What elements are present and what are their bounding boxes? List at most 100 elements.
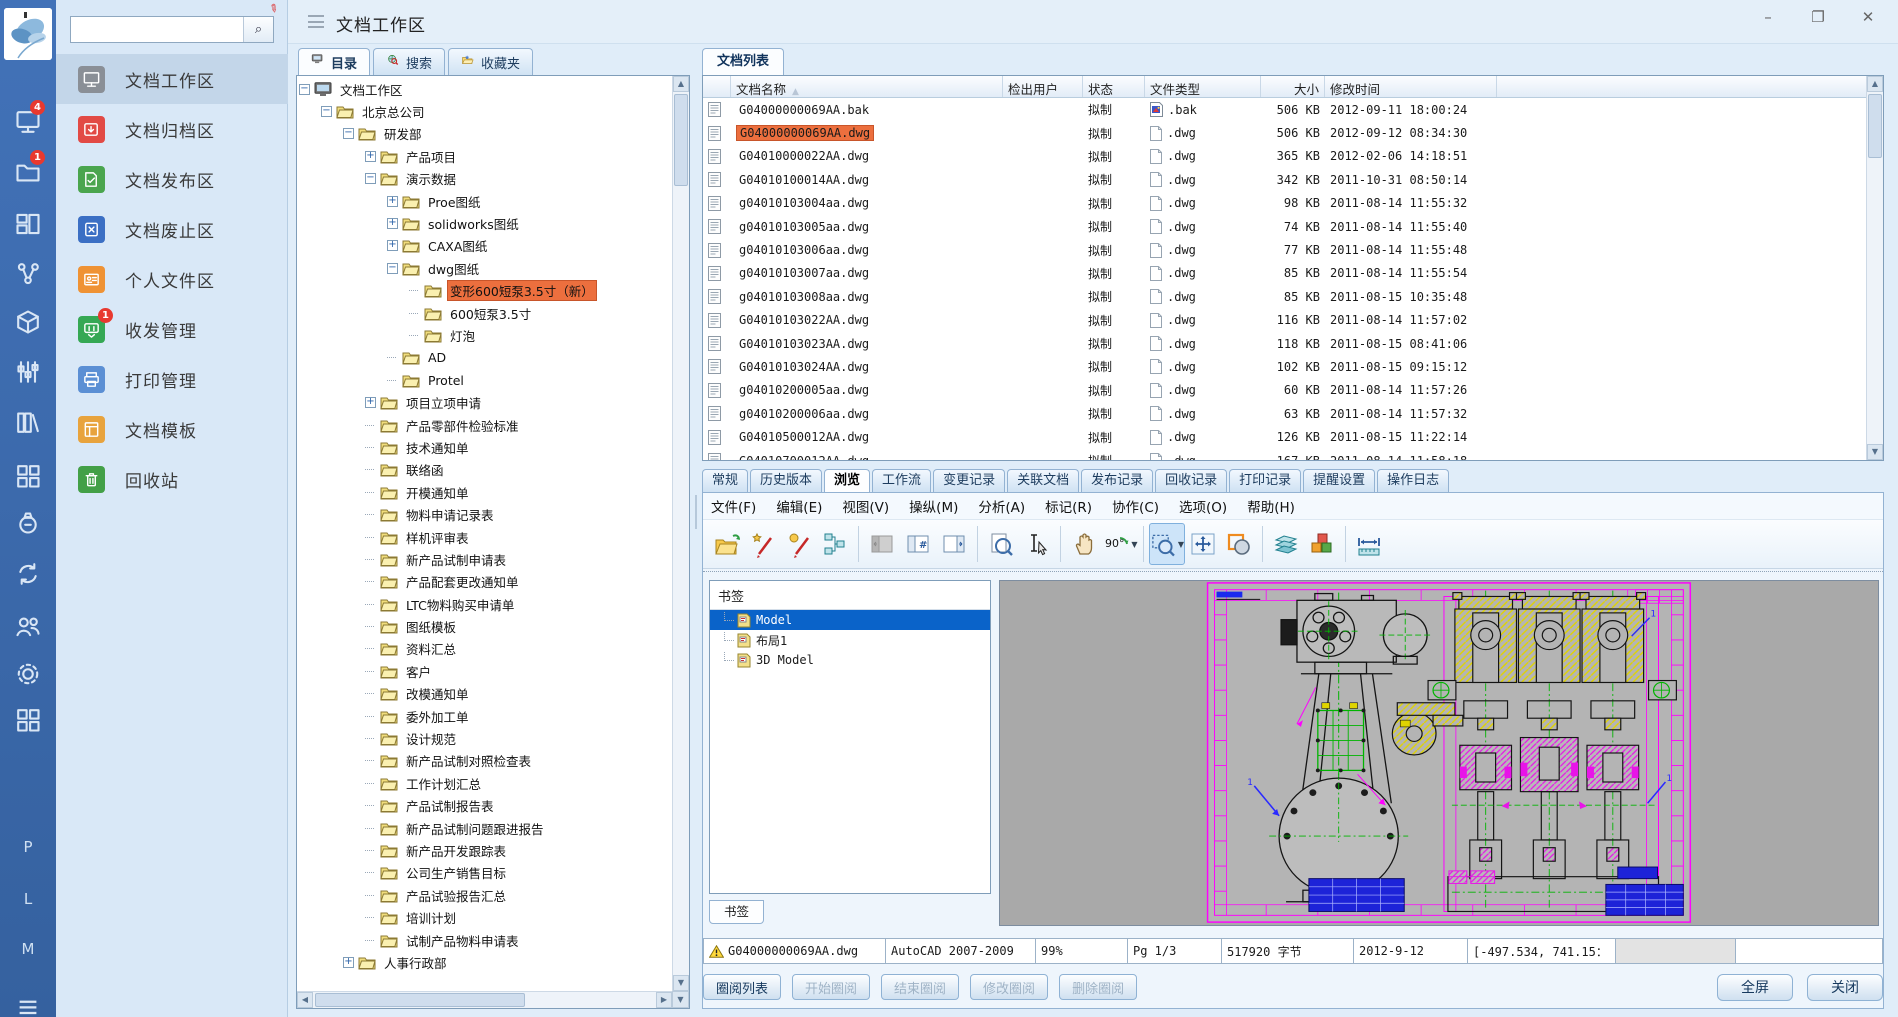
tab-工作流[interactable]: 工作流: [872, 469, 931, 492]
sidebar-item-publish[interactable]: 文档发布区: [56, 154, 288, 204]
table-row[interactable]: G04010103024AA.dwg 拟制 .dwg 102 KB 2011-0…: [703, 355, 1883, 378]
rail-grid-alt-icon[interactable]: [14, 706, 42, 734]
table-vertical-scrollbar[interactable]: ▲ ▼: [1866, 76, 1883, 460]
tree-expander[interactable]: +: [387, 196, 398, 207]
tree-node[interactable]: + solidworks图纸: [299, 212, 670, 234]
rail-users-icon[interactable]: [14, 612, 42, 640]
tab-回收记录[interactable]: 回收记录: [1155, 469, 1227, 492]
dropdown-caret-icon[interactable]: ▼: [1178, 540, 1184, 549]
rail-monitor-icon[interactable]: 4: [14, 108, 42, 136]
tab-document-list[interactable]: 文档列表: [702, 48, 784, 75]
tree-expander[interactable]: +: [365, 151, 376, 162]
tab-bookmarks[interactable]: 书签: [709, 900, 764, 924]
sidebar-item-archive[interactable]: 文档归档区: [56, 104, 288, 154]
table-row[interactable]: g04010200005aa.dwg 拟制 .dwg 60 KB 2011-08…: [703, 379, 1883, 402]
table-row[interactable]: G04010700012AA.dwg 拟制 .dwg 167 KB 2011-0…: [703, 449, 1883, 461]
tree-node[interactable]: 新产品试制对照检查表: [299, 750, 670, 772]
sidebar-item-template[interactable]: 文档模板: [56, 404, 288, 454]
rail-letter-L[interactable]: L: [0, 890, 56, 908]
bookmark-item[interactable]: Model: [710, 610, 990, 630]
rail-layout-icon[interactable]: [14, 210, 42, 238]
tree-node[interactable]: 工作计划汇总: [299, 772, 670, 794]
tab-浏览[interactable]: 浏览: [824, 469, 870, 492]
close-button[interactable]: ✕: [1856, 8, 1880, 26]
markup-new-icon[interactable]: [745, 523, 781, 565]
button-开始圈阅[interactable]: 开始圈阅: [792, 974, 870, 1000]
fit-all-icon[interactable]: [1185, 523, 1221, 565]
tree-node[interactable]: + 项目立项申请: [299, 391, 670, 413]
tree-expander[interactable]: −: [321, 106, 332, 117]
tree-expander[interactable]: −: [343, 128, 354, 139]
tree-node[interactable]: 600短泵3.5寸: [299, 302, 670, 324]
tree-node[interactable]: + 产品项目: [299, 145, 670, 167]
tree-horizontal-scrollbar[interactable]: ◀▶: [297, 991, 672, 1008]
menu-item[interactable]: 编辑(E): [776, 496, 822, 516]
tree-node[interactable]: − 演示数据: [299, 168, 670, 190]
panel-splitter[interactable]: [692, 75, 700, 1009]
tree-node[interactable]: 变形600短泵3.5寸（新）: [299, 280, 670, 302]
sidebar-item-abolish[interactable]: 文档废止区: [56, 204, 288, 254]
table-row[interactable]: g04010200006aa.dwg 拟制 .dwg 63 KB 2011-08…: [703, 402, 1883, 425]
button-删除圈阅[interactable]: 删除圈阅: [1059, 974, 1137, 1000]
tab-打印记录[interactable]: 打印记录: [1229, 469, 1301, 492]
tree-node[interactable]: 产品配套更改通知单: [299, 571, 670, 593]
menu-item[interactable]: 帮助(H): [1247, 496, 1295, 516]
tree-node[interactable]: 产品零部件检验标准: [299, 414, 670, 436]
rail-books-icon[interactable]: [14, 408, 42, 436]
sidebar-item-trash[interactable]: 回收站: [56, 454, 288, 504]
rotate-90-icon[interactable]: 90°▼: [1102, 523, 1138, 565]
tree-expander[interactable]: +: [387, 240, 398, 251]
tree-node[interactable]: 公司生产销售目标: [299, 862, 670, 884]
rail-sliders-icon[interactable]: [14, 358, 42, 386]
tree-node[interactable]: − 研发部: [299, 123, 670, 145]
rail-gear-icon[interactable]: [14, 660, 42, 688]
sidebar-item-personal[interactable]: 个人文件区: [56, 254, 288, 304]
table-row[interactable]: G04000000069AA.dwg 拟制 .dwg 506 KB 2012-0…: [703, 121, 1883, 144]
tree-node[interactable]: + 人事行政部: [299, 951, 670, 973]
tree-expander[interactable]: +: [365, 397, 376, 408]
pane-next-icon[interactable]: [936, 523, 972, 565]
column-user[interactable]: 检出用户: [1003, 76, 1083, 97]
markup-edit-icon[interactable]: [781, 523, 817, 565]
table-row[interactable]: G04010103022AA.dwg 拟制 .dwg 116 KB 2011-0…: [703, 309, 1883, 332]
table-row[interactable]: G04000000069AA.bak 拟制 .bak 506 KB 2012-0…: [703, 98, 1883, 121]
tree-node[interactable]: 试制产品物料申请表: [299, 929, 670, 951]
tree-node[interactable]: − 北京总公司: [299, 100, 670, 122]
tree-node[interactable]: 图纸模板: [299, 615, 670, 637]
rail-folder-icon[interactable]: 1: [14, 158, 42, 186]
column-icon[interactable]: [703, 76, 731, 97]
tree-vertical-scrollbar[interactable]: ▲ ▼: [672, 76, 689, 991]
compare-overlay-icon[interactable]: [1221, 523, 1257, 565]
pin-icon[interactable]: ✎: [267, 1, 284, 18]
table-row[interactable]: g04010103008aa.dwg 拟制 .dwg 85 KB 2011-08…: [703, 285, 1883, 308]
rail-bag-icon[interactable]: [14, 508, 42, 536]
tree-node[interactable]: 设计规范: [299, 727, 670, 749]
tree-node[interactable]: 开模通知单: [299, 481, 670, 503]
menu-item[interactable]: 协作(C): [1112, 496, 1159, 516]
tree-node[interactable]: LTC物料购买申请单: [299, 593, 670, 615]
tree-node[interactable]: 改模通知单: [299, 683, 670, 705]
tree-node[interactable]: 新产品试制问题跟进报告: [299, 817, 670, 839]
bookmark-item[interactable]: 3D Model: [710, 650, 990, 670]
sidebar-item-printer[interactable]: 打印管理: [56, 354, 288, 404]
tab-发布记录[interactable]: 发布记录: [1081, 469, 1153, 492]
hierarchy-icon[interactable]: [817, 523, 853, 565]
column-name[interactable]: 文档名称▲: [731, 76, 1003, 97]
dropdown-caret-icon[interactable]: ▼: [1131, 540, 1137, 549]
pane-prev-icon[interactable]: [864, 523, 900, 565]
table-row[interactable]: g04010103004aa.dwg 拟制 .dwg 98 KB 2011-08…: [703, 192, 1883, 215]
cad-preview-canvas[interactable]: 1 1 1: [999, 580, 1879, 926]
tree-node[interactable]: 灯泡: [299, 324, 670, 346]
tab-操作日志[interactable]: 操作日志: [1377, 469, 1449, 492]
rail-nodes-icon[interactable]: [14, 260, 42, 288]
column-time[interactable]: 修改时间: [1325, 76, 1497, 97]
table-row[interactable]: g04010103006aa.dwg 拟制 .dwg 77 KB 2011-08…: [703, 238, 1883, 261]
panel-menu-icon[interactable]: [308, 15, 324, 28]
minimize-button[interactable]: –: [1756, 8, 1780, 26]
tree-node[interactable]: 新产品开发跟踪表: [299, 839, 670, 861]
restore-button[interactable]: ❐: [1806, 8, 1830, 26]
zoom-window-icon[interactable]: ▼: [1149, 523, 1185, 565]
tab-关联文档[interactable]: 关联文档: [1007, 469, 1079, 492]
tree-node[interactable]: − dwg图纸: [299, 257, 670, 279]
tree-node[interactable]: 技术通知单: [299, 436, 670, 458]
